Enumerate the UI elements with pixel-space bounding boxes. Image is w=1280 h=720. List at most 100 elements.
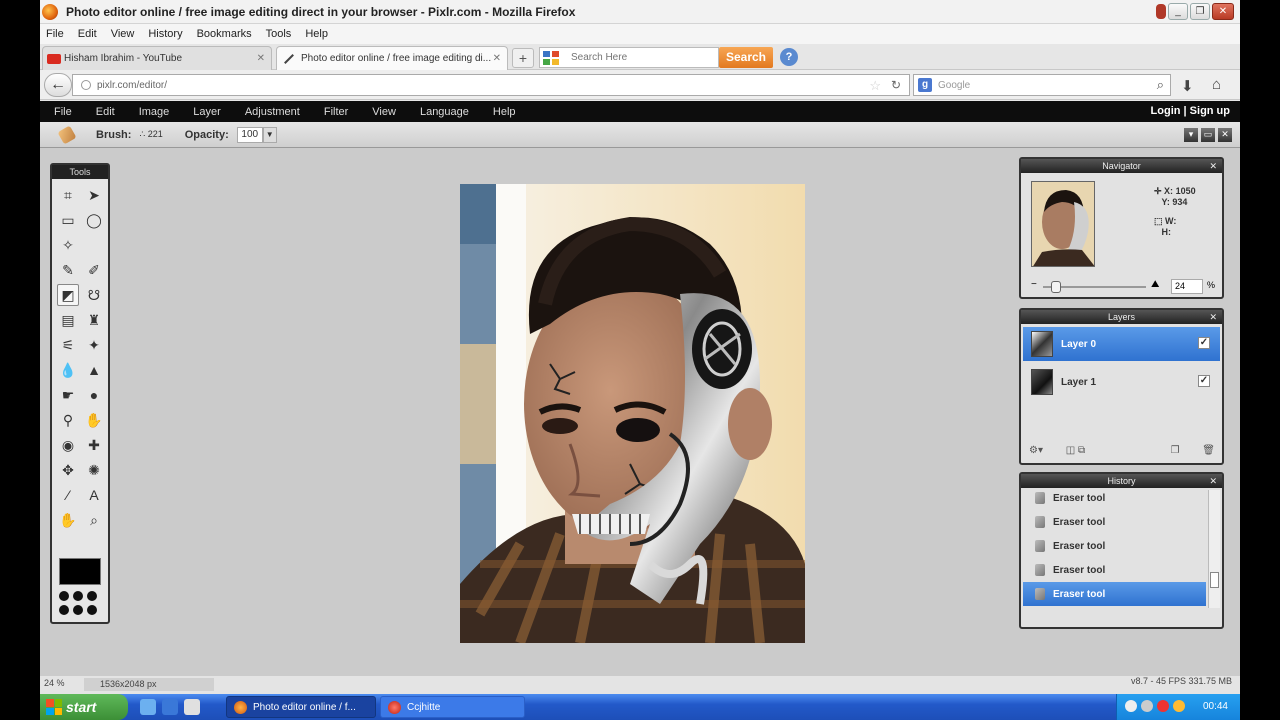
color-options[interactable] [59, 591, 97, 615]
history-item[interactable]: Eraser tool [1023, 558, 1206, 582]
toolbar-search-button[interactable]: Search [719, 47, 773, 68]
foreground-color-swatch[interactable] [59, 558, 101, 585]
login-link[interactable]: Login [1151, 105, 1181, 117]
burn-icon[interactable]: ✋ [83, 409, 105, 431]
history-close-icon[interactable]: ✕ [1209, 474, 1217, 488]
dodge-icon[interactable]: ⚲ [57, 409, 79, 431]
tab-close-icon[interactable]: ✕ [257, 53, 265, 64]
sharpen-icon[interactable]: ▲ [83, 359, 105, 381]
menu-view[interactable]: View [111, 28, 135, 40]
red-eye-icon[interactable]: ◉ [57, 434, 79, 456]
signup-link[interactable]: Sign up [1190, 105, 1230, 117]
history-item[interactable]: Eraser tool [1023, 582, 1206, 606]
crop-icon[interactable]: ⌗ [57, 184, 79, 206]
delete-layer-icon[interactable]: 🗑 [1202, 445, 1215, 459]
tray-icon[interactable] [1141, 700, 1153, 712]
pixlr-menu-layer[interactable]: Layer [193, 106, 221, 118]
image-canvas[interactable] [460, 184, 805, 643]
layer-visibility-checkbox[interactable]: ✓ [1198, 337, 1210, 349]
engine-search-box[interactable]: g Google ⌕ [913, 74, 1171, 96]
search-icon[interactable]: ⌕ [1157, 77, 1164, 93]
google-icon[interactable]: g [918, 78, 932, 92]
close-button[interactable]: ✕ [1212, 3, 1234, 20]
minimize-button[interactable]: _ [1168, 3, 1188, 20]
taskbar-item-firefox[interactable]: Photo editor online / f... [226, 696, 376, 718]
zoom-slider-handle[interactable] [1051, 281, 1061, 293]
history-item[interactable]: Eraser tool [1023, 510, 1206, 534]
menu-history[interactable]: History [148, 28, 182, 40]
ie-icon[interactable] [162, 699, 178, 715]
layer-visibility-checkbox[interactable]: ✓ [1198, 375, 1210, 387]
spot-heal-icon[interactable]: ✚ [83, 434, 105, 456]
toolbar-search-input[interactable] [571, 52, 711, 63]
lasso-icon[interactable]: ◯ [83, 209, 105, 231]
tray-icon[interactable] [1157, 700, 1169, 712]
download-icon[interactable]: ⬇ [1181, 77, 1194, 95]
explorer-icon[interactable] [184, 699, 200, 715]
tab-youtube[interactable]: Hisham Ibrahim - YouTube ✕ [42, 46, 272, 70]
hand-icon[interactable]: ✋ [57, 509, 79, 531]
pixlr-menu-adjustment[interactable]: Adjustment [245, 106, 300, 118]
home-icon[interactable]: ⌂ [1212, 76, 1221, 93]
layer-row[interactable]: Layer 1 ✓ [1023, 365, 1220, 399]
menu-edit[interactable]: Edit [78, 28, 97, 40]
addon-icon[interactable] [1156, 4, 1166, 19]
menu-tools[interactable]: Tools [266, 28, 292, 40]
type-icon[interactable]: A [83, 484, 105, 506]
paint-bucket-icon[interactable]: ☋ [83, 284, 105, 306]
new-tab-button[interactable]: + [512, 48, 534, 68]
opacity-dropdown-icon[interactable]: ▼ [262, 126, 277, 143]
menu-bookmarks[interactable]: Bookmarks [197, 28, 252, 40]
brush-icon[interactable]: ✐ [83, 259, 105, 281]
pixlr-menu-help[interactable]: Help [493, 106, 516, 118]
navigator-close-icon[interactable]: ✕ [1209, 159, 1217, 173]
zoom-out-icon[interactable]: − [1031, 279, 1037, 290]
magic-wand-icon[interactable]: ✧ [57, 234, 79, 256]
blur-icon[interactable]: 💧 [57, 359, 79, 381]
pixlr-menu-view[interactable]: View [372, 106, 396, 118]
new-layer-icon[interactable]: ❐ [1171, 445, 1180, 459]
gradient-icon[interactable]: ▤ [57, 309, 79, 331]
history-scrollbar[interactable] [1208, 490, 1220, 608]
menu-help[interactable]: Help [305, 28, 328, 40]
start-button[interactable]: start [40, 694, 128, 720]
zoom-icon[interactable]: ⌕ [83, 509, 105, 531]
url-bar[interactable]: pixlr.com/editor/ ☆ ↻ [72, 74, 910, 96]
history-scroll-thumb[interactable] [1210, 572, 1219, 588]
tab-pixlr[interactable]: Photo editor online / free image editing… [276, 46, 508, 70]
back-button[interactable]: ← [44, 73, 72, 97]
tray-icon[interactable] [1173, 700, 1185, 712]
pixlr-menu-image[interactable]: Image [139, 106, 170, 118]
history-item[interactable]: Eraser tool [1023, 534, 1206, 558]
eraser-icon[interactable]: ◩ [57, 284, 79, 306]
layers-close-icon[interactable]: ✕ [1209, 310, 1217, 324]
taskbar-item-app[interactable]: Ccjhitte [380, 696, 525, 718]
pinch-icon[interactable]: ✺ [83, 459, 105, 481]
layer-settings-icon[interactable]: ⚙▾ [1029, 445, 1043, 459]
pixlr-menu-filter[interactable]: Filter [324, 106, 348, 118]
navigator-thumbnail[interactable] [1031, 181, 1095, 267]
search-provider-icon[interactable] [543, 50, 559, 65]
menu-file[interactable]: File [46, 28, 64, 40]
brush-size-picker[interactable]: ∴ 221 [139, 129, 162, 140]
pixlr-menu-language[interactable]: Language [420, 106, 469, 118]
status-zoom[interactable]: 24 % [44, 678, 65, 688]
zoom-input[interactable]: 24 [1171, 279, 1203, 294]
window-mode-icon[interactable]: ▭ [1201, 128, 1215, 142]
tab-close-icon[interactable]: ✕ [493, 53, 501, 64]
pencil-icon[interactable]: ✎ [57, 259, 79, 281]
site-identity-icon[interactable] [81, 80, 91, 90]
marquee-icon[interactable]: ▭ [57, 209, 79, 231]
opacity-input[interactable]: 100 [236, 126, 263, 143]
layer-mask-icon[interactable]: ◫ ⧉ [1066, 445, 1085, 459]
drawing-icon[interactable]: ✦ [83, 334, 105, 356]
layer-row[interactable]: Layer 0 ✓ [1023, 327, 1220, 361]
restore-button[interactable]: ❐ [1190, 3, 1210, 20]
pixlr-menu-file[interactable]: File [54, 106, 72, 118]
reload-icon[interactable]: ↻ [891, 78, 901, 92]
collapse-icon[interactable]: ▾ [1184, 128, 1198, 142]
clone-stamp-icon[interactable]: ♜ [83, 309, 105, 331]
tray-icon[interactable] [1125, 700, 1137, 712]
bloat-icon[interactable]: ✥ [57, 459, 79, 481]
help-icon[interactable]: ? [780, 48, 798, 66]
